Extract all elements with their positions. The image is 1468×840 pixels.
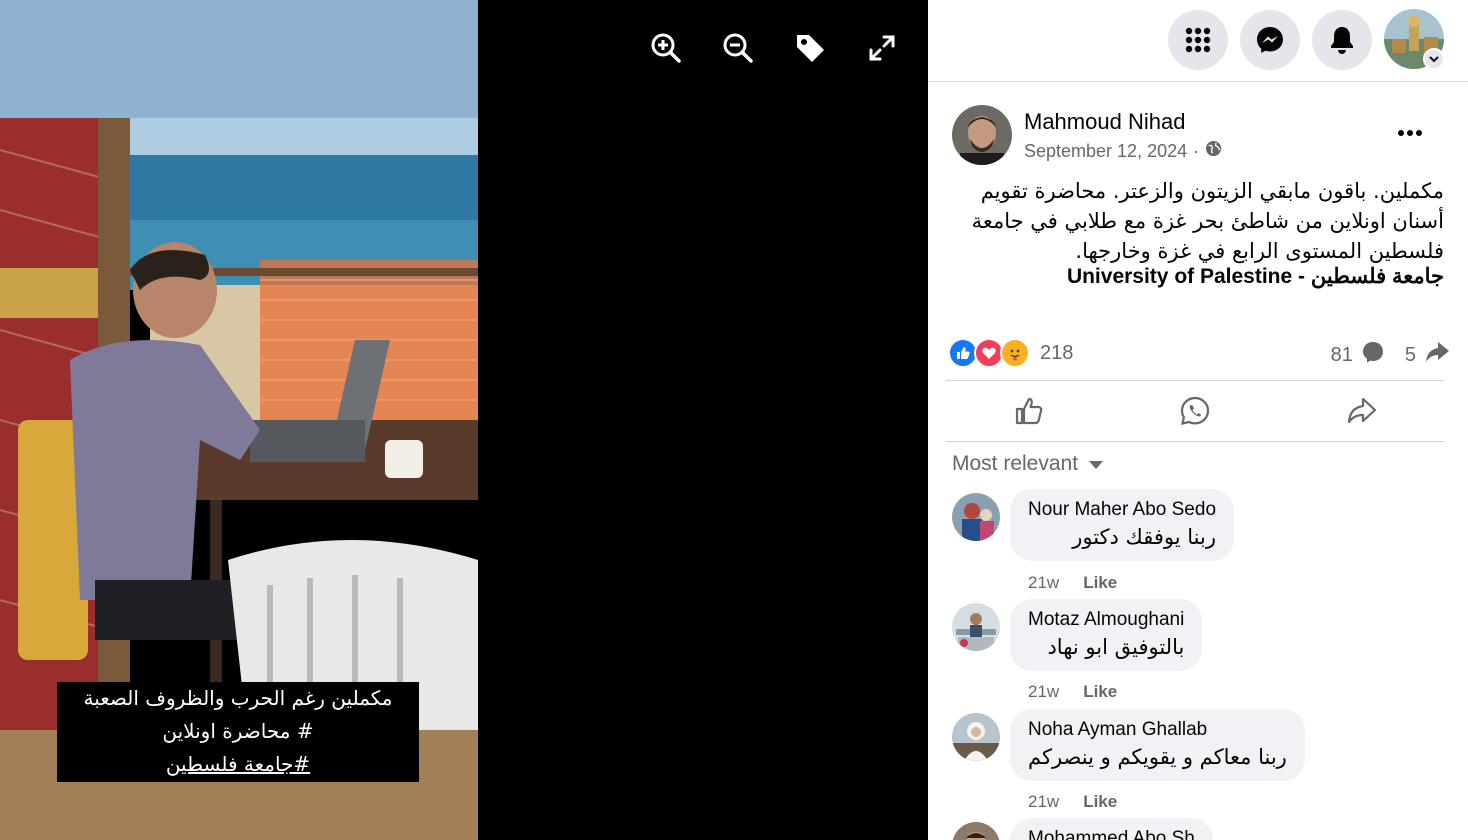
comment-text: بالتوفيق ابو نهاد: [1047, 635, 1185, 659]
tag-icon[interactable]: [792, 30, 828, 66]
share-icon[interactable]: [1278, 382, 1444, 440]
reaction-count: 218: [1040, 341, 1074, 364]
comment-bubble: Motaz Almoughani بالتوفيق ابو نهاد: [1010, 599, 1203, 671]
page-link[interactable]: University of Palestine - جامعة فلسطين: [1067, 264, 1444, 289]
commenter-avatar[interactable]: [952, 493, 1000, 541]
commenter-avatar[interactable]: [952, 822, 1000, 840]
comment-bubble: Nour Maher Abo Sedo ربنا يوفقك دكتور: [1010, 489, 1235, 561]
divider-top: [946, 380, 1444, 381]
comment-bubble: Mohammed Abo Sh: [1010, 818, 1213, 840]
action-bar: [946, 382, 1444, 440]
post-text-line-3: فلسطين المستوى الرابع في غزة وخارجها.: [1075, 239, 1444, 263]
more-options-icon[interactable]: [1390, 118, 1430, 148]
comment-like-button[interactable]: Like: [1083, 792, 1117, 812]
commenter-avatar[interactable]: [952, 603, 1000, 651]
share-count[interactable]: 5: [1405, 344, 1416, 367]
thumbs-up-icon[interactable]: [946, 382, 1112, 440]
post-text-line-1: مكملين. باقون مابقي الزيتون والزعتر. محا…: [980, 179, 1444, 203]
chevron-down-icon[interactable]: [1423, 48, 1445, 70]
zoom-in-icon[interactable]: [648, 30, 684, 66]
caption-hashtag[interactable]: #جامعة فلسطين: [166, 752, 310, 776]
zoom-out-icon[interactable]: [720, 30, 756, 66]
commenter-name[interactable]: Mohammed Abo Sh: [1028, 828, 1195, 840]
fullscreen-icon[interactable]: [864, 30, 900, 66]
bell-icon[interactable]: [1312, 10, 1372, 70]
post-date[interactable]: September 12, 2024: [1024, 141, 1187, 162]
caption-line-1: مكملين رغم الحرب والظروف الصعبة: [83, 686, 393, 710]
post-meta: September 12, 2024 ·: [1024, 140, 1222, 162]
comment-text: ربنا يوفقك دكتور: [1072, 525, 1217, 549]
photo-viewer: مكملين رغم الحرب والظروف الصعبة # محاضرة…: [0, 0, 928, 840]
comment-text: ربنا معاكم و يقويكم و ينصركم: [1028, 745, 1287, 769]
sort-dropdown[interactable]: Most relevant: [952, 452, 1104, 476]
post-text-line-2: أسنان اونلاين من شاطئ بحر غزة مع طلابي ف…: [971, 209, 1444, 233]
reactions-summary[interactable]: 218: [948, 338, 1073, 368]
photo-caption: مكملين رغم الحرب والظروف الصعبة # محاضرة…: [57, 682, 419, 782]
care-icon: [1000, 338, 1030, 368]
post-text: مكملين. باقون مابقي الزيتون والزعتر. محا…: [944, 176, 1444, 266]
viewer-toolbar: [648, 30, 900, 66]
commenter-avatar[interactable]: [952, 713, 1000, 761]
top-bar: [928, 0, 1468, 82]
share-arrow-icon: [1424, 340, 1450, 370]
comment-meta: 21w Like: [1028, 792, 1117, 812]
divider-bottom: [946, 441, 1444, 442]
comment-time[interactable]: 21w: [1028, 792, 1059, 812]
engagement-stats: 81 5: [1331, 340, 1450, 370]
commenter-name[interactable]: Motaz Almoughani: [1028, 609, 1184, 631]
comment-like-button[interactable]: Like: [1083, 573, 1117, 593]
commenter-name[interactable]: Noha Ayman Ghallab: [1028, 719, 1287, 741]
post-photo[interactable]: مكملين رغم الحرب والظروف الصعبة # محاضرة…: [0, 0, 478, 840]
messenger-icon[interactable]: [1240, 10, 1300, 70]
comment-time[interactable]: 21w: [1028, 573, 1059, 593]
comment-bubble-icon: [1361, 340, 1385, 370]
meta-separator: ·: [1193, 140, 1200, 161]
whatsapp-icon[interactable]: [1112, 382, 1278, 440]
author-avatar[interactable]: [952, 105, 1012, 165]
author-name[interactable]: Mahmoud Nihad: [1024, 109, 1185, 135]
commenter-name[interactable]: Nour Maher Abo Sedo: [1028, 499, 1216, 521]
comment-count[interactable]: 81: [1331, 344, 1353, 367]
sort-label: Most relevant: [952, 452, 1079, 475]
comment-meta: 21w Like: [1028, 573, 1117, 593]
caret-down-icon: [1088, 452, 1104, 476]
comment-meta: 21w Like: [1028, 682, 1117, 702]
post-panel: Mahmoud Nihad September 12, 2024 · مكملي…: [928, 0, 1468, 840]
globe-icon: [1205, 140, 1222, 162]
comment-time[interactable]: 21w: [1028, 682, 1059, 702]
caption-line-2: # محاضرة اونلاين: [162, 719, 314, 743]
caption-line-3: #جامعة فلسطين: [57, 748, 419, 781]
comment-like-button[interactable]: Like: [1083, 682, 1117, 702]
comment-bubble: Noha Ayman Ghallab ربنا معاكم و يقويكم و…: [1010, 709, 1305, 781]
menu-grid-icon[interactable]: [1168, 10, 1228, 70]
